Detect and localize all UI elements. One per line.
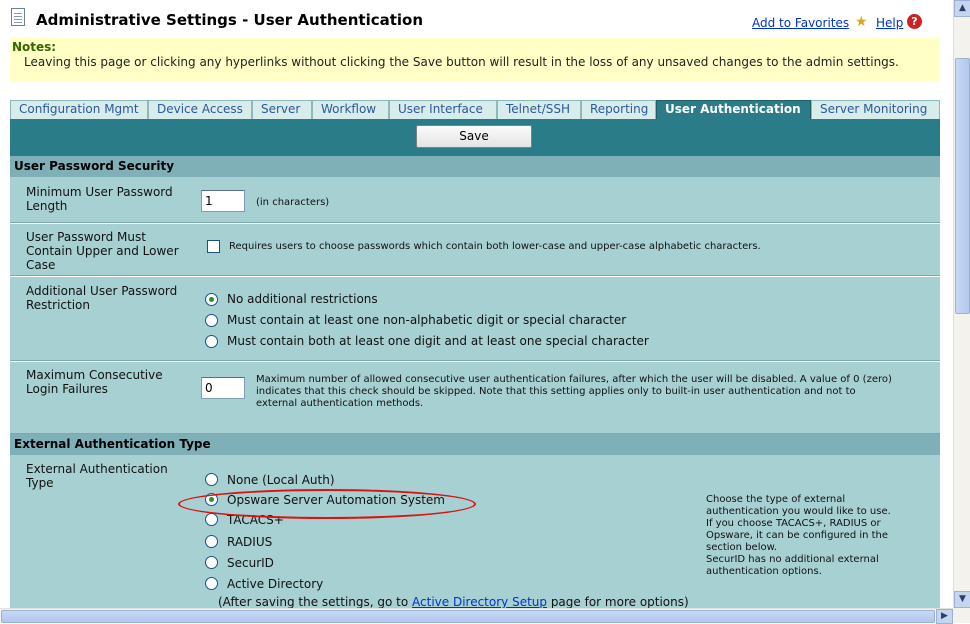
notes-text: Leaving this page or clicking any hyperl… <box>24 55 899 69</box>
option-label: SecurID <box>227 556 274 570</box>
option-label: TACACS+ <box>227 513 284 527</box>
tab-device-access[interactable]: Device Access <box>148 100 252 119</box>
add-to-favorites-link[interactable]: Add to Favorites <box>752 16 849 30</box>
help-link[interactable]: Help <box>876 16 903 30</box>
scroll-up-arrow-icon[interactable]: ▲ <box>954 0 970 17</box>
section-header-external-auth: External Authentication Type <box>10 434 940 455</box>
radio-no-additional-restrictions[interactable] <box>205 293 218 306</box>
radio-tacacs[interactable] <box>205 513 218 526</box>
radio-none-local-auth[interactable] <box>205 473 218 486</box>
tab-server-monitoring[interactable]: Server Monitoring <box>811 100 940 119</box>
document-icon <box>11 8 25 26</box>
max-login-failures-input[interactable]: 0 <box>201 377 245 399</box>
option-label: None (Local Auth) <box>227 473 335 487</box>
scrollbar-corner <box>953 608 970 623</box>
external-auth-help-text: Choose the type of external authenticati… <box>706 494 891 577</box>
notes-title: Notes: <box>12 40 57 54</box>
radio-active-directory[interactable] <box>205 577 218 590</box>
setting-label: User Password Must Contain Upper and Low… <box>26 230 179 272</box>
tab-reporting[interactable]: Reporting <box>581 100 656 119</box>
option-label: No additional restrictions <box>227 292 378 306</box>
setting-row-additional-restriction: Additional User Password Restriction No … <box>10 277 940 361</box>
page-title: Administrative Settings - User Authentic… <box>36 11 424 29</box>
vertical-scrollbar[interactable]: ▲ ▼ <box>953 0 970 608</box>
radio-opsware-sas[interactable] <box>205 493 218 506</box>
setting-row-max-login-failures: Maximum Consecutive Login Failures 0 Max… <box>10 362 940 434</box>
vertical-scroll-thumb[interactable] <box>955 58 970 314</box>
setting-label: External Authentication Type <box>26 462 168 490</box>
min-password-length-unit: (in characters) <box>256 197 330 208</box>
radio-digit-and-special[interactable] <box>205 335 218 348</box>
star-icon[interactable]: ★ <box>855 14 868 30</box>
min-password-length-input[interactable]: 1 <box>201 190 245 212</box>
scroll-right-arrow-icon[interactable]: ▶ <box>936 609 953 624</box>
option-label: Must contain both at least one digit and… <box>227 334 649 348</box>
tab-workflow[interactable]: Workflow <box>312 100 389 119</box>
tab-telnet-ssh[interactable]: Telnet/SSH <box>497 100 581 119</box>
tab-configuration-mgmt[interactable]: Configuration Mgmt <box>10 100 148 119</box>
tab-user-interface[interactable]: User Interface <box>389 100 497 119</box>
upper-lower-case-description: Requires users to choose passwords which… <box>229 241 761 252</box>
option-label: RADIUS <box>227 535 273 549</box>
notes-box: Notes: Leaving this page or clicking any… <box>10 38 940 82</box>
setting-label: Maximum Consecutive Login Failures <box>26 368 163 396</box>
tab-server[interactable]: Server <box>252 100 312 119</box>
option-label: Opsware Server Automation System <box>227 493 445 507</box>
setting-label: Additional User Password Restriction <box>26 284 178 312</box>
radio-non-alpha-or-special[interactable] <box>205 314 218 327</box>
setting-label: Minimum User Password Length <box>26 185 173 213</box>
active-directory-setup-link[interactable]: Active Directory Setup <box>412 595 547 609</box>
radio-securid[interactable] <box>205 556 218 569</box>
setting-row-upper-lower-case: User Password Must Contain Upper and Low… <box>10 224 940 276</box>
horizontal-scroll-thumb[interactable] <box>1 610 935 623</box>
max-login-failures-description: Maximum number of allowed consecutive us… <box>256 374 892 409</box>
option-label: Active Directory <box>227 577 324 591</box>
option-label: Must contain at least one non-alphabetic… <box>227 313 627 327</box>
upper-lower-case-checkbox[interactable] <box>207 240 220 253</box>
setting-row-min-password-length: Minimum User Password Length 1 (in chara… <box>10 177 940 223</box>
tab-user-authentication[interactable]: User Authentication <box>656 100 811 119</box>
section-header-password-security: User Password Security <box>10 156 940 177</box>
help-icon[interactable]: ? <box>907 14 922 29</box>
horizontal-scrollbar[interactable]: ▶ <box>0 608 953 624</box>
active-directory-note: (After saving the settings, go to Active… <box>218 595 689 609</box>
radio-radius[interactable] <box>205 535 218 548</box>
setting-row-external-auth-type: External Authentication Type None (Local… <box>10 455 940 609</box>
save-button[interactable]: Save <box>416 125 532 148</box>
scroll-down-arrow-icon[interactable]: ▼ <box>954 591 970 608</box>
